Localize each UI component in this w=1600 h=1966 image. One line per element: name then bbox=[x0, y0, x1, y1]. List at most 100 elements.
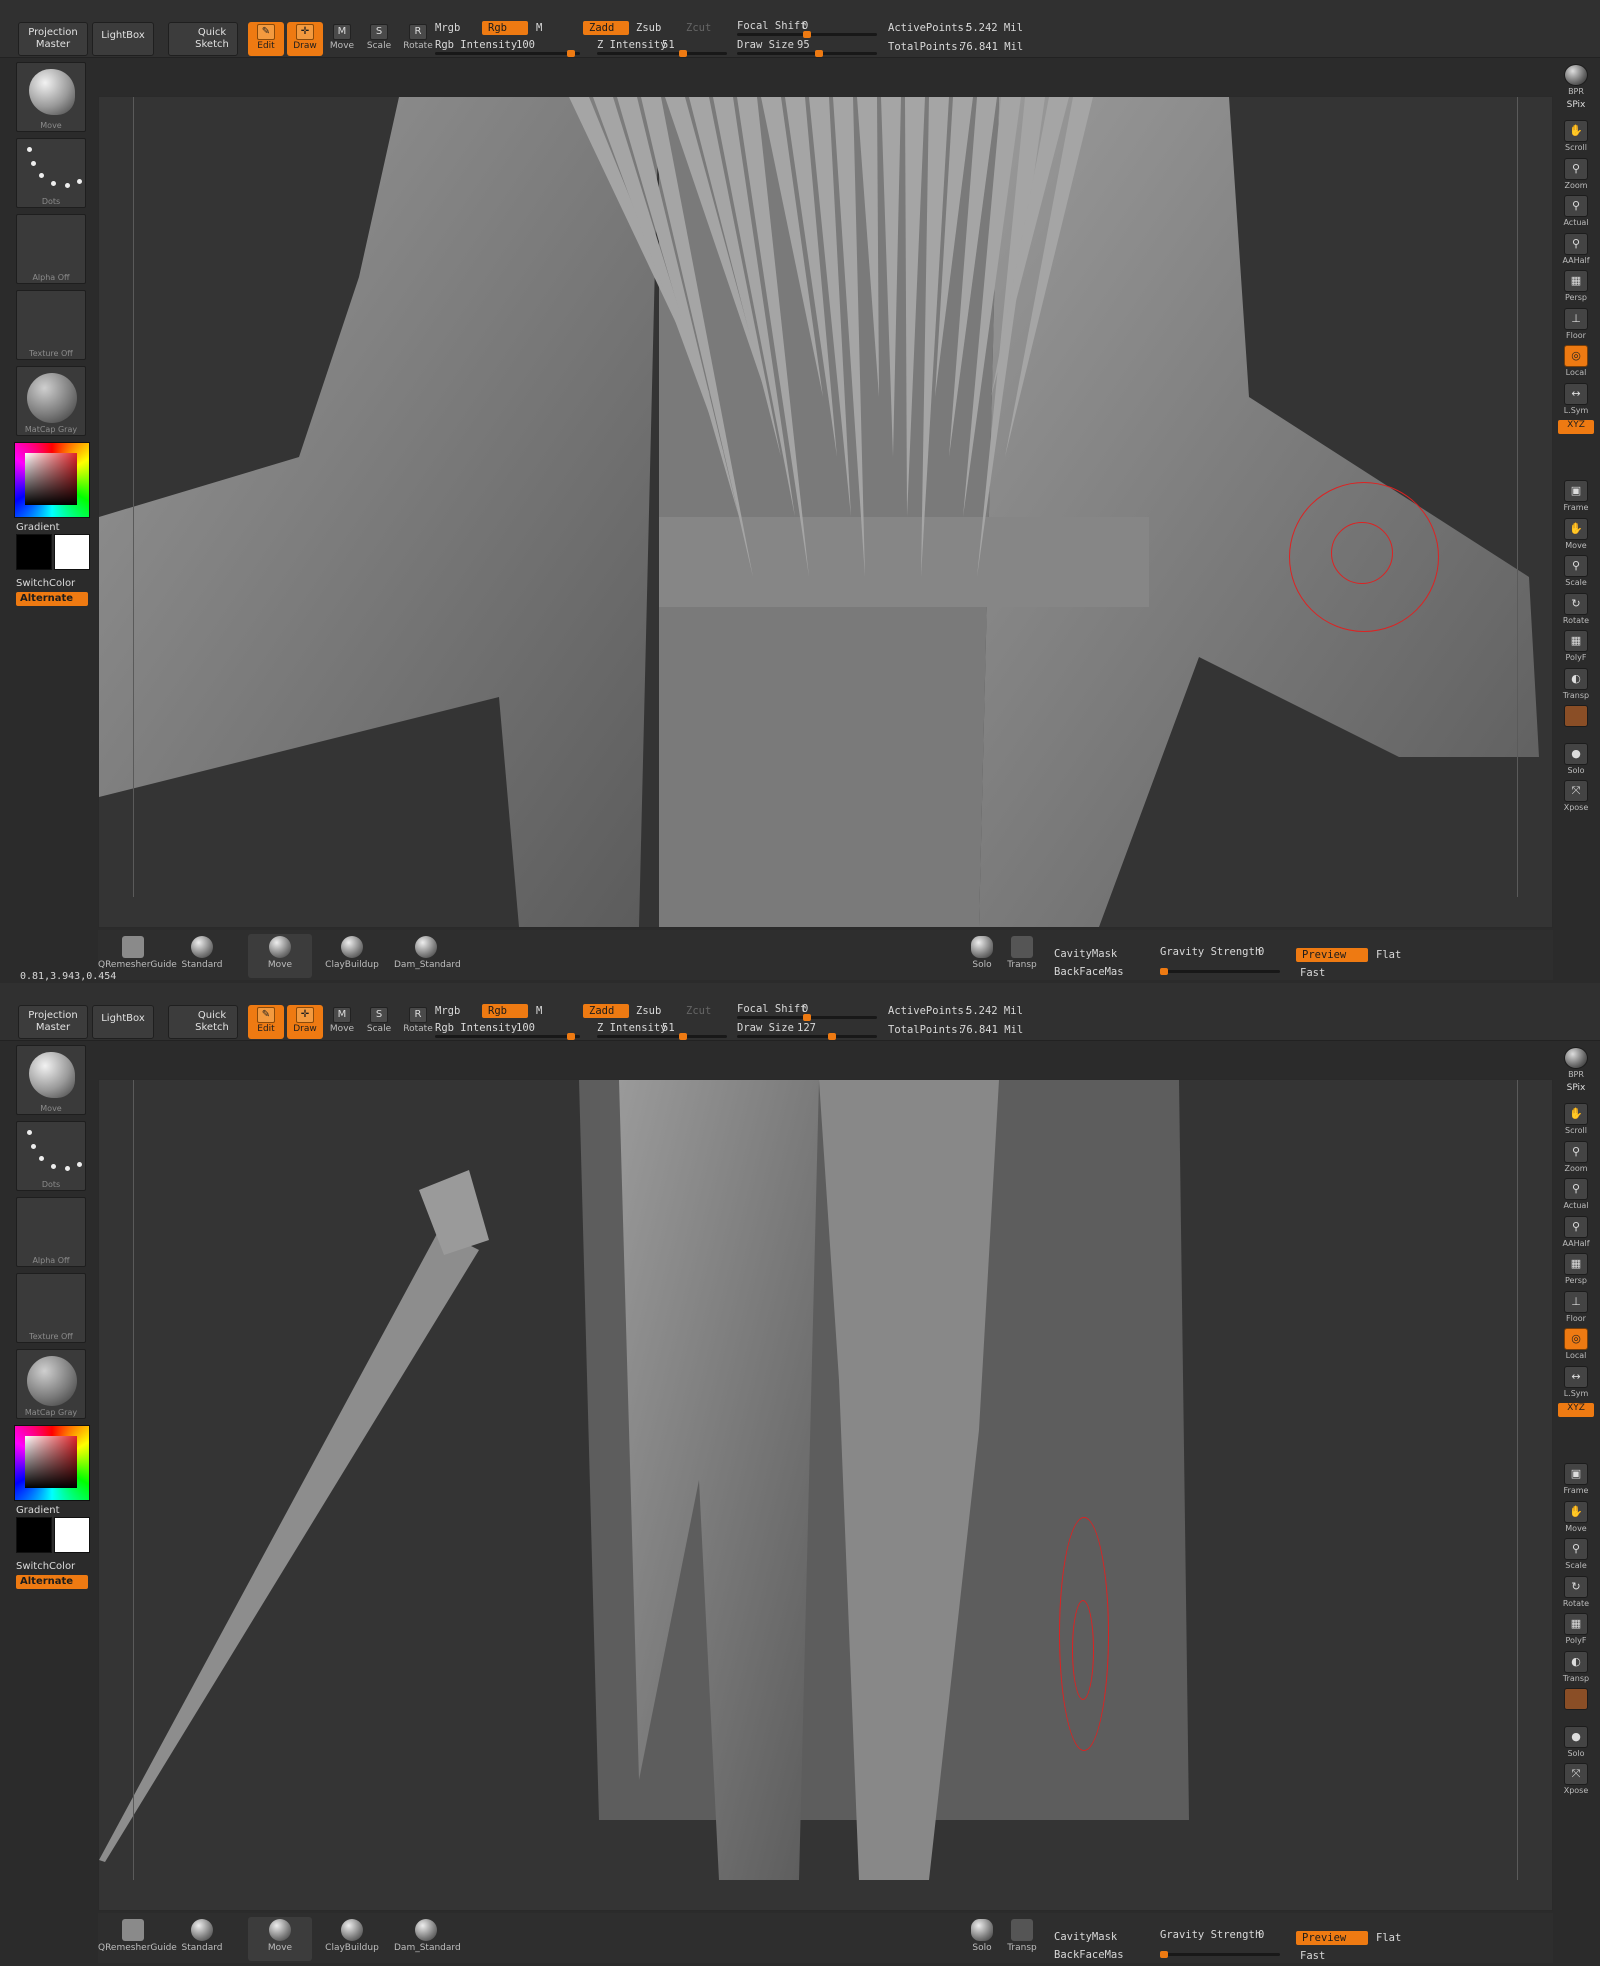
gradient-label[interactable]: Gradient bbox=[16, 522, 60, 533]
slider-knob[interactable] bbox=[679, 50, 687, 57]
scale-tool-button[interactable]: S Scale bbox=[361, 22, 397, 56]
document-viewport[interactable] bbox=[98, 1079, 1553, 1911]
draw-tool-button[interactable]: ✛ Draw bbox=[287, 1005, 323, 1039]
scroll-view-button[interactable]: ✋ Scroll bbox=[1557, 118, 1595, 154]
color-picker[interactable] bbox=[14, 1425, 90, 1501]
backface-mask-toggle[interactable]: BackFaceMas bbox=[1054, 966, 1124, 978]
slider-knob[interactable] bbox=[567, 1033, 575, 1040]
switch-color-button[interactable]: SwitchColor bbox=[16, 1561, 75, 1572]
edit-tool-button[interactable]: ✎ Edit bbox=[248, 1005, 284, 1039]
cavity-mask-toggle[interactable]: CavityMask bbox=[1054, 1931, 1117, 1943]
slider-knob[interactable] bbox=[803, 1014, 811, 1021]
preview-button[interactable]: Preview bbox=[1296, 1931, 1368, 1945]
rgb-intensity-slider[interactable] bbox=[435, 50, 580, 57]
main-color-swatch[interactable] bbox=[16, 1517, 52, 1553]
zoom-view-button[interactable]: ⚲ Zoom bbox=[1557, 156, 1595, 192]
material-thumbnail[interactable]: MatCap Gray bbox=[16, 1349, 86, 1419]
spix-slider[interactable]: SPix bbox=[1558, 1083, 1594, 1097]
fast-button[interactable]: Fast bbox=[1300, 1950, 1325, 1962]
frame-view-button[interactable]: ▣ Frame bbox=[1557, 1461, 1595, 1497]
solo-view-button[interactable]: ● Solo bbox=[1557, 1724, 1595, 1760]
polyf-view-button[interactable]: ▦ PolyF bbox=[1557, 1611, 1595, 1647]
color-picker-gradient[interactable] bbox=[25, 1436, 77, 1488]
aahalf-view-button[interactable]: ⚲ AAHalf bbox=[1557, 231, 1595, 267]
scale-view-button[interactable]: ⚲ Scale bbox=[1557, 553, 1595, 589]
transp-button[interactable]: Transp bbox=[1002, 1917, 1042, 1961]
frame-view-button[interactable]: ▣ Frame bbox=[1557, 478, 1595, 514]
brush-claybuildup-button[interactable]: ClayBuildup bbox=[320, 1917, 384, 1961]
slider-knob[interactable] bbox=[679, 1033, 687, 1040]
m-toggle[interactable]: M bbox=[536, 22, 542, 34]
bpr-button[interactable]: BPR bbox=[1557, 62, 1595, 98]
rotate-tool-button[interactable]: R Rotate bbox=[400, 22, 436, 56]
solo-button[interactable]: Solo bbox=[962, 934, 1002, 978]
focal-shift-slider[interactable] bbox=[737, 1014, 877, 1021]
scroll-view-button[interactable]: ✋ Scroll bbox=[1557, 1101, 1595, 1137]
ghost-view-button[interactable] bbox=[1557, 1686, 1595, 1722]
focal-shift-slider[interactable] bbox=[737, 31, 877, 38]
floor-view-button[interactable]: ⊥ Floor bbox=[1557, 1289, 1595, 1325]
xyz-symmetry-toggle[interactable]: XYZ bbox=[1558, 420, 1594, 434]
rgb-toggle[interactable]: Rgb bbox=[482, 1004, 528, 1018]
mrgb-toggle[interactable]: Mrgb bbox=[435, 22, 460, 34]
lsym-view-button[interactable]: ↔ L.Sym bbox=[1557, 1364, 1595, 1400]
current-brush-thumbnail[interactable]: Move bbox=[16, 1045, 86, 1115]
zadd-toggle[interactable]: Zadd bbox=[583, 21, 629, 35]
slider-knob[interactable] bbox=[827, 1033, 836, 1040]
rotate-view-button[interactable]: ↻ Rotate bbox=[1557, 1574, 1595, 1610]
persp-view-button[interactable]: ▦ Persp bbox=[1557, 268, 1595, 304]
preview-button[interactable]: Preview bbox=[1296, 948, 1368, 962]
lightbox-button[interactable]: LightBox bbox=[92, 22, 154, 56]
switch-color-button[interactable]: SwitchColor bbox=[16, 578, 75, 589]
zsub-toggle[interactable]: Zsub bbox=[636, 1005, 661, 1017]
slider-knob[interactable] bbox=[1160, 1951, 1168, 1958]
backface-mask-toggle[interactable]: BackFaceMas bbox=[1054, 1949, 1124, 1961]
lsym-view-button[interactable]: ↔ L.Sym bbox=[1557, 381, 1595, 417]
texture-thumbnail[interactable]: Texture Off bbox=[16, 290, 86, 360]
solo-view-button[interactable]: ● Solo bbox=[1557, 741, 1595, 777]
actual-view-button[interactable]: ⚲ Actual bbox=[1557, 1176, 1595, 1212]
draw-size-slider[interactable] bbox=[737, 1033, 877, 1040]
local-view-button[interactable]: ◎ Local bbox=[1557, 1326, 1595, 1362]
cavity-mask-toggle[interactable]: CavityMask bbox=[1054, 948, 1117, 960]
brush-dam-standard-button[interactable]: Dam_Standard bbox=[394, 934, 461, 978]
transp-view-button[interactable]: ◐ Transp bbox=[1557, 666, 1595, 702]
floor-view-button[interactable]: ⊥ Floor bbox=[1557, 306, 1595, 342]
xpose-view-button[interactable]: ⤧ Xpose bbox=[1557, 1761, 1595, 1797]
rgb-toggle[interactable]: Rgb bbox=[482, 21, 528, 35]
bpr-button[interactable]: BPR bbox=[1557, 1045, 1595, 1081]
texture-thumbnail[interactable]: Texture Off bbox=[16, 1273, 86, 1343]
gradient-label[interactable]: Gradient bbox=[16, 1505, 60, 1516]
move-view-button[interactable]: ✋ Move bbox=[1557, 1499, 1595, 1535]
brush-move-button[interactable]: Move bbox=[248, 1917, 312, 1961]
local-view-button[interactable]: ◎ Local bbox=[1557, 343, 1595, 379]
alternate-button[interactable]: Alternate bbox=[16, 592, 88, 606]
slider-knob[interactable] bbox=[1160, 968, 1168, 975]
gravity-strength-slider[interactable] bbox=[1160, 1951, 1280, 1958]
persp-view-button[interactable]: ▦ Persp bbox=[1557, 1251, 1595, 1287]
stroke-thumbnail[interactable]: Dots bbox=[16, 1121, 86, 1191]
zcut-toggle[interactable]: Zcut bbox=[686, 1005, 711, 1017]
transp-button[interactable]: Transp bbox=[1002, 934, 1042, 978]
aahalf-view-button[interactable]: ⚲ AAHalf bbox=[1557, 1214, 1595, 1250]
brush-move-button[interactable]: Move bbox=[248, 934, 312, 978]
brush-claybuildup-button[interactable]: ClayBuildup bbox=[320, 934, 384, 978]
z-intensity-slider[interactable] bbox=[597, 1033, 727, 1040]
transp-view-button[interactable]: ◐ Transp bbox=[1557, 1649, 1595, 1685]
rotate-view-button[interactable]: ↻ Rotate bbox=[1557, 591, 1595, 627]
draw-tool-button[interactable]: ✛ Draw bbox=[287, 22, 323, 56]
fast-button[interactable]: Fast bbox=[1300, 967, 1325, 979]
edit-tool-button[interactable]: ✎ Edit bbox=[248, 22, 284, 56]
gravity-strength-slider[interactable] bbox=[1160, 968, 1280, 975]
lightbox-button[interactable]: LightBox bbox=[92, 1005, 154, 1039]
slider-knob[interactable] bbox=[803, 31, 811, 38]
projection-master-button[interactable]: Projection Master bbox=[18, 22, 88, 56]
move-tool-button[interactable]: M Move bbox=[324, 22, 360, 56]
move-view-button[interactable]: ✋ Move bbox=[1557, 516, 1595, 552]
color-picker[interactable] bbox=[14, 442, 90, 518]
zcut-toggle[interactable]: Zcut bbox=[686, 22, 711, 34]
actual-view-button[interactable]: ⚲ Actual bbox=[1557, 193, 1595, 229]
slider-knob[interactable] bbox=[567, 50, 575, 57]
brush-standard-button[interactable]: Standard bbox=[170, 1917, 234, 1961]
current-brush-thumbnail[interactable]: Move bbox=[16, 62, 86, 132]
